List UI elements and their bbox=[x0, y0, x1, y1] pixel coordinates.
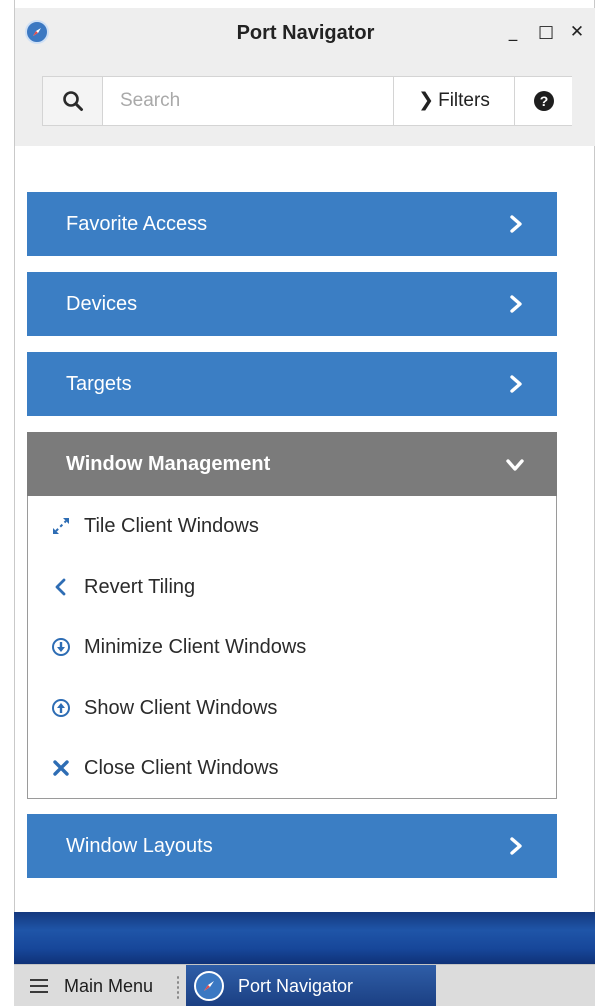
item-label: Close Client Windows bbox=[84, 757, 279, 779]
chevron-left-icon bbox=[55, 578, 66, 596]
close-client-windows-item[interactable]: Close Client Windows bbox=[28, 738, 556, 798]
search-input[interactable] bbox=[104, 77, 392, 125]
filters-label: Filters bbox=[438, 90, 490, 111]
hamburger-menu-icon bbox=[30, 979, 48, 993]
item-label: Minimize Client Windows bbox=[84, 636, 307, 658]
circle-arrow-down-icon bbox=[52, 638, 70, 656]
chevron-right-icon bbox=[510, 215, 522, 233]
search-icon bbox=[63, 91, 83, 111]
search-group: ❯Filters ? bbox=[42, 76, 572, 126]
title-bar[interactable]: Port Navigator _ □ ✕ bbox=[15, 8, 595, 58]
section-label: Favorite Access bbox=[66, 213, 208, 235]
section-window-management[interactable]: Window Management bbox=[27, 432, 557, 496]
help-button[interactable]: ? bbox=[516, 77, 572, 125]
item-label: Show Client Windows bbox=[84, 697, 278, 719]
filters-button[interactable]: ❯ Filters bbox=[393, 77, 515, 125]
chevron-right-icon bbox=[510, 837, 522, 855]
taskbar-item-port-navigator[interactable]: Port Navigator bbox=[186, 965, 436, 1006]
taskbar: Main Menu Port Navigator bbox=[14, 964, 595, 1006]
search-button[interactable] bbox=[43, 77, 103, 125]
revert-tiling-item[interactable]: Revert Tiling bbox=[28, 557, 556, 617]
search-toolbar: ❯Filters ? bbox=[15, 58, 595, 146]
desktop-background bbox=[14, 912, 595, 964]
section-devices[interactable]: Devices bbox=[27, 272, 557, 336]
close-x-icon bbox=[53, 760, 69, 776]
section-label: Window Layouts bbox=[66, 835, 213, 857]
circle-arrow-up-icon bbox=[52, 699, 70, 717]
show-client-windows-item[interactable]: Show Client Windows bbox=[28, 678, 556, 738]
tile-client-windows-item[interactable]: Tile Client Windows bbox=[28, 496, 556, 556]
maximize-window-button[interactable]: □ bbox=[535, 20, 557, 44]
section-favorite-access[interactable]: Favorite Access bbox=[27, 192, 557, 256]
minimize-client-windows-item[interactable]: Minimize Client Windows bbox=[28, 617, 556, 677]
item-label: Revert Tiling bbox=[84, 576, 196, 598]
main-menu-label: Main Menu bbox=[64, 976, 154, 996]
section-label: Devices bbox=[66, 293, 138, 315]
taskbar-item-label: Port Navigator bbox=[238, 976, 354, 996]
section-label: Targets bbox=[66, 373, 132, 395]
section-label: Window Management bbox=[66, 453, 271, 475]
close-window-button[interactable]: ✕ bbox=[566, 20, 588, 44]
help-icon: ? bbox=[534, 91, 554, 111]
compass-app-icon bbox=[194, 971, 224, 1001]
expand-arrows-icon bbox=[53, 518, 69, 534]
section-window-layouts[interactable]: Window Layouts bbox=[27, 814, 557, 878]
chevron-right-icon: ❯ bbox=[418, 90, 435, 111]
chevron-down-icon bbox=[506, 459, 524, 471]
chevron-right-icon bbox=[510, 295, 522, 313]
main-menu-button[interactable]: Main Menu bbox=[14, 965, 174, 1006]
window-management-submenu: Tile Client Windows Revert Tiling Minimi… bbox=[27, 496, 557, 799]
section-targets[interactable]: Targets bbox=[27, 352, 557, 416]
chevron-right-icon bbox=[510, 375, 522, 393]
item-label: Tile Client Windows bbox=[84, 515, 259, 537]
minimize-window-button[interactable]: _ bbox=[502, 20, 524, 44]
taskbar-grip-handle[interactable] bbox=[176, 975, 180, 999]
